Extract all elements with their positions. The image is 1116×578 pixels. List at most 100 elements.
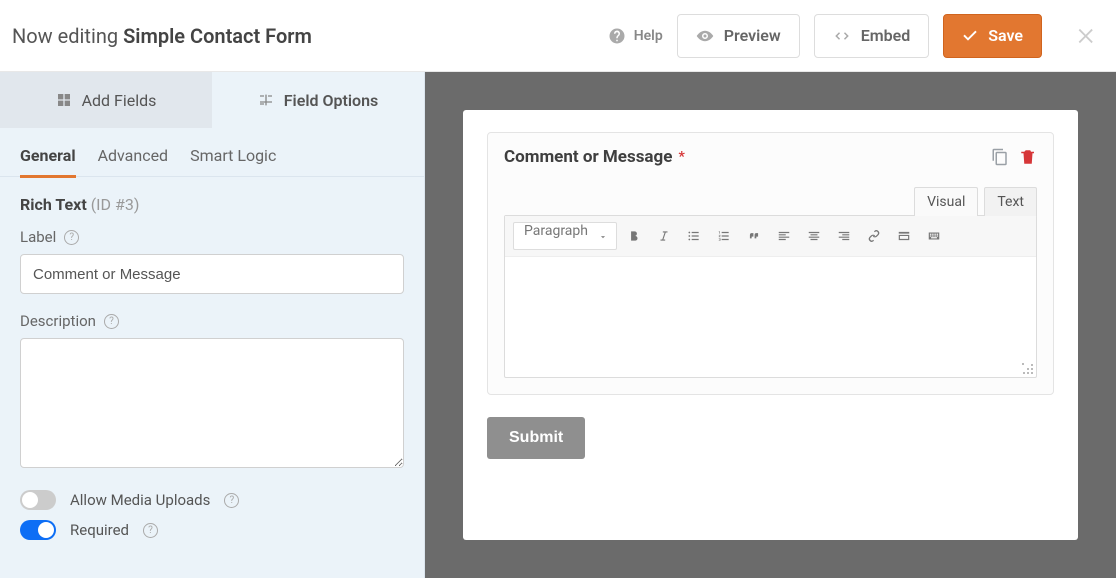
keyboard-icon: [927, 229, 941, 243]
grid-icon: [56, 92, 72, 108]
toggle-required[interactable]: [20, 520, 56, 540]
preview-button[interactable]: Preview: [677, 14, 800, 58]
link-icon: [867, 229, 881, 243]
subtab-advanced-label: Advanced: [98, 146, 169, 165]
editor-tab-text[interactable]: Text: [984, 187, 1037, 216]
toggle-required-row: Required ?: [20, 520, 404, 540]
sliders-icon: [258, 92, 274, 108]
toggle-required-label: Required: [70, 521, 129, 539]
topbar-actions: Help Preview Embed Save: [608, 14, 1098, 58]
required-star: *: [678, 149, 684, 165]
subtab-smart-label: Smart Logic: [190, 146, 276, 165]
subtab-advanced[interactable]: Advanced: [98, 140, 169, 176]
paragraph-select-label: Paragraph: [524, 223, 588, 239]
chevron-down-icon: [598, 232, 608, 242]
editor-tab-visual[interactable]: Visual: [914, 187, 978, 216]
subtab-general-label: General: [20, 146, 76, 165]
workspace: Add Fields Field Options General Advance…: [0, 72, 1116, 578]
align-center-icon: [807, 229, 821, 243]
form-card: Comment or Message * Visual Text: [463, 110, 1078, 540]
form-name: Simple Contact Form: [123, 24, 312, 48]
resize-handle[interactable]: [1022, 363, 1034, 375]
toolbar-link[interactable]: [861, 223, 887, 249]
toggle-media-uploads-label: Allow Media Uploads: [70, 491, 210, 509]
title-prefix: Now editing: [12, 24, 118, 48]
top-bar: Now editing Simple Contact Form Help Pre…: [0, 0, 1116, 72]
help-icon[interactable]: ?: [224, 493, 239, 508]
help-icon[interactable]: ?: [64, 230, 79, 245]
editor-toolbar: Paragraph: [505, 216, 1036, 257]
field-id: (ID #3): [91, 195, 140, 214]
align-left-icon: [777, 229, 791, 243]
editor-body[interactable]: [505, 257, 1036, 377]
tab-field-options[interactable]: Field Options: [212, 72, 424, 128]
submit-button[interactable]: Submit: [487, 417, 585, 459]
close-icon: [1076, 25, 1098, 47]
field-rich-text[interactable]: Comment or Message * Visual Text: [487, 132, 1054, 395]
italic-icon: [657, 229, 671, 243]
trash-icon: [1019, 148, 1037, 166]
toolbar-bullets[interactable]: [681, 223, 707, 249]
option-subtabs: General Advanced Smart Logic: [0, 128, 424, 177]
preview-label: Preview: [724, 26, 781, 45]
field-header: Comment or Message *: [504, 147, 1037, 167]
quote-icon: [747, 229, 761, 243]
check-icon: [962, 28, 978, 44]
eye-icon: [696, 27, 714, 45]
copy-icon: [991, 148, 1009, 166]
embed-button[interactable]: Embed: [814, 14, 930, 58]
paragraph-select[interactable]: Paragraph: [513, 222, 617, 250]
toolbar-numbers[interactable]: [711, 223, 737, 249]
save-button[interactable]: Save: [943, 14, 1042, 58]
list-ul-icon: [687, 229, 701, 243]
label-title-row: Label ?: [20, 228, 404, 246]
submit-label: Submit: [509, 429, 563, 446]
help-label: Help: [634, 28, 663, 44]
help-link[interactable]: Help: [608, 27, 663, 45]
label-input[interactable]: [20, 254, 404, 294]
help-icon[interactable]: ?: [143, 523, 158, 538]
subtab-smart-logic[interactable]: Smart Logic: [190, 140, 276, 176]
toolbar-align-right[interactable]: [831, 223, 857, 249]
bold-icon: [627, 229, 641, 243]
sidebar: Add Fields Field Options General Advance…: [0, 72, 425, 578]
label-field: Label ?: [20, 228, 404, 294]
subtab-general[interactable]: General: [20, 140, 76, 178]
toolbar-insert[interactable]: [891, 223, 917, 249]
help-icon[interactable]: ?: [104, 314, 119, 329]
toggle-media-uploads[interactable]: [20, 490, 56, 510]
list-ol-icon: [717, 229, 731, 243]
toolbar-align-center[interactable]: [801, 223, 827, 249]
embed-label: Embed: [861, 26, 911, 45]
save-label: Save: [988, 26, 1023, 45]
duplicate-button[interactable]: [991, 148, 1009, 166]
insert-icon: [897, 229, 911, 243]
description-title: Description: [20, 312, 96, 330]
label-title: Label: [20, 228, 56, 246]
toggle-media-uploads-row: Allow Media Uploads ?: [20, 490, 404, 510]
code-icon: [833, 27, 851, 45]
close-button[interactable]: [1076, 25, 1098, 47]
field-type: Rich Text: [20, 195, 87, 214]
editor-tab-visual-label: Visual: [927, 194, 965, 210]
editor-tab-text-label: Text: [997, 194, 1024, 210]
field-type-heading: Rich Text (ID #3): [20, 195, 404, 214]
delete-button[interactable]: [1019, 148, 1037, 166]
toolbar-bold[interactable]: [621, 223, 647, 249]
tab-options-label: Field Options: [284, 91, 378, 110]
description-input[interactable]: [20, 338, 404, 468]
description-field: Description ?: [20, 312, 404, 472]
toolbar-align-left[interactable]: [771, 223, 797, 249]
options-panel: Rich Text (ID #3) Label ? Description ?: [0, 177, 424, 578]
toolbar-more[interactable]: [921, 223, 947, 249]
description-title-row: Description ?: [20, 312, 404, 330]
toolbar-quote[interactable]: [741, 223, 767, 249]
toolbar-italic[interactable]: [651, 223, 677, 249]
rich-text-editor: Paragraph: [504, 215, 1037, 378]
tab-add-label: Add Fields: [82, 91, 157, 110]
help-icon: [608, 27, 626, 45]
form-canvas: Comment or Message * Visual Text: [425, 72, 1116, 578]
editor-mode-tabs: Visual Text: [504, 187, 1037, 216]
tab-add-fields[interactable]: Add Fields: [0, 72, 212, 128]
field-label: Comment or Message: [504, 147, 672, 167]
